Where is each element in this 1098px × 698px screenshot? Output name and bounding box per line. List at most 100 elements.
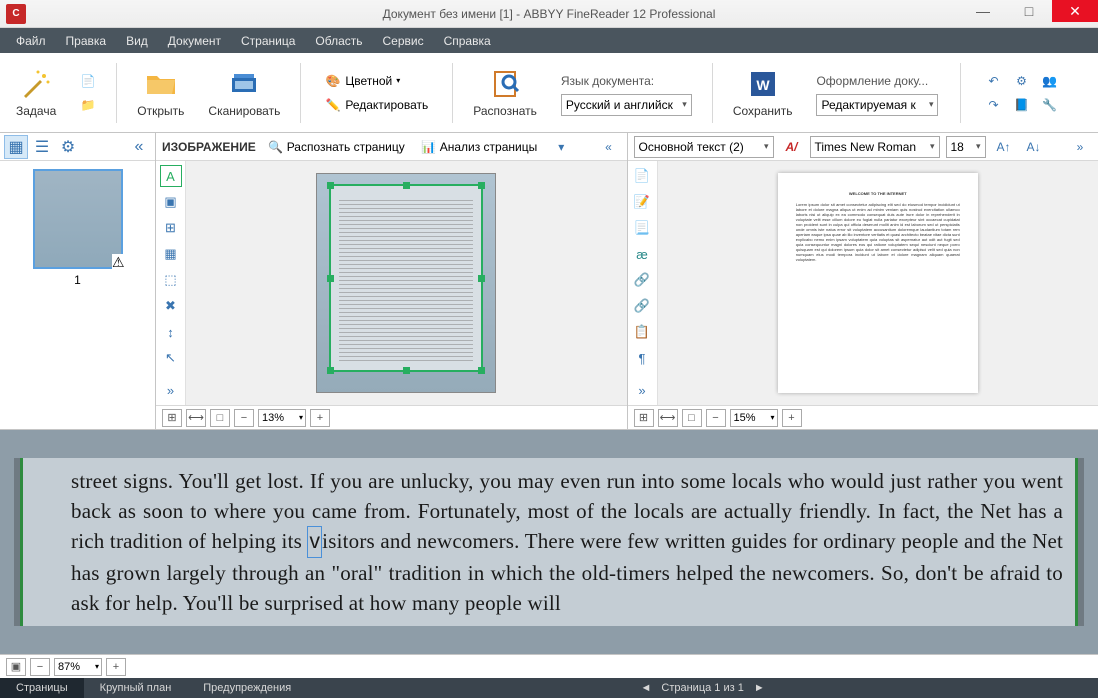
uncertain-char[interactable]: v — [307, 526, 322, 558]
fit-width-btn[interactable]: ⟷ — [186, 409, 206, 427]
txt-tool-3[interactable]: 📃 — [631, 217, 653, 239]
menu-document[interactable]: Документ — [158, 30, 231, 52]
palette-icon: 🎨 — [325, 73, 341, 89]
next-page[interactable]: ► — [754, 682, 765, 694]
menu-file[interactable]: Файл — [6, 30, 56, 52]
new-doc-icon[interactable]: 📄 — [80, 73, 96, 89]
shrink-font-button[interactable]: A↓ — [1022, 135, 1046, 159]
scan-button[interactable]: Сканировать — [200, 64, 288, 122]
recognize-button[interactable]: Распознать — [465, 64, 545, 122]
lang-label: Язык документа: — [561, 70, 654, 92]
zoom-img-select[interactable]: 13% — [258, 409, 306, 427]
edit-image-button[interactable]: ✏️Редактировать — [321, 94, 432, 116]
tools-button[interactable]: 🔧 — [1037, 93, 1061, 117]
menu-edit[interactable]: Правка — [56, 30, 117, 52]
closeup-view[interactable]: street signs. You'll get lost. If you ar… — [0, 430, 1098, 654]
maximize-button[interactable]: □ — [1006, 0, 1052, 22]
open-button[interactable]: Открыть — [129, 64, 192, 122]
menu-area[interactable]: Область — [305, 30, 372, 52]
zoom-out-close[interactable]: − — [30, 658, 50, 676]
menu-bar: Файл Правка Вид Документ Страница Област… — [0, 28, 1098, 53]
status-tab-pages[interactable]: Страницы — [0, 678, 84, 698]
thumb-settings[interactable]: ⚙ — [56, 135, 80, 159]
style-edit-button[interactable]: A/ — [780, 135, 804, 159]
table-area-tool[interactable]: ⊞ — [160, 217, 182, 239]
actual-size-btn[interactable]: □ — [210, 409, 230, 427]
language-dropdown[interactable]: Русский и английск — [561, 94, 692, 116]
select-tool[interactable]: ⬚ — [160, 269, 182, 291]
task-extras: 📄 📁 — [72, 66, 104, 120]
thumb-page-number: 1 — [33, 273, 123, 287]
zoom-in-close[interactable]: + — [106, 658, 126, 676]
image-side-toolbar: A ▣ ⊞ ▦ ⬚ ✖ ↕ ↖ » — [156, 161, 186, 405]
redo-button[interactable]: ↷ — [981, 93, 1005, 117]
recognize-page-button[interactable]: 🔍Распознать страницу — [264, 136, 409, 158]
txt-tool-special[interactable]: æ — [631, 243, 653, 265]
thumb-grid-view[interactable]: ▦ — [4, 135, 28, 159]
menu-view[interactable]: Вид — [116, 30, 158, 52]
word-icon: W — [747, 68, 779, 100]
color-mode-button[interactable]: 🎨Цветной ▾ — [321, 70, 404, 92]
task-button[interactable]: Задача — [8, 64, 64, 122]
font-dropdown[interactable]: Times New Roman — [810, 136, 940, 158]
status-tab-warnings[interactable]: Предупреждения — [187, 678, 307, 698]
layout-dropdown[interactable]: Редактируемая к — [816, 94, 938, 116]
fit-page-btn[interactable]: ⊞ — [162, 409, 182, 427]
txt-tool-6[interactable]: 📋 — [631, 321, 653, 343]
prev-page[interactable]: ◄ — [641, 682, 652, 694]
txt-actual[interactable]: □ — [682, 409, 702, 427]
text-area-tool[interactable]: A — [160, 165, 182, 187]
page-thumbnail[interactable]: 1 — [33, 169, 123, 287]
dict-button[interactable]: 📘 — [1009, 93, 1033, 117]
zoom-txt-select[interactable]: 15% — [730, 409, 778, 427]
txt-tool-2[interactable]: 📝 — [631, 191, 653, 213]
collapse-image[interactable]: « — [597, 135, 621, 159]
txt-pilcrow[interactable]: ¶ — [631, 347, 653, 369]
txt-tool-5[interactable]: 🔗 — [631, 295, 653, 317]
options-button[interactable]: ⚙ — [1009, 69, 1033, 93]
image-view[interactable] — [186, 161, 627, 405]
menu-page[interactable]: Страница — [231, 30, 305, 52]
text-view[interactable]: WELCOME TO THE INTERNET Lorem ipsum dolo… — [658, 161, 1098, 405]
closeup-mode[interactable]: ▣ — [6, 658, 26, 676]
picture-area-tool[interactable]: ▣ — [160, 191, 182, 213]
image-panel-title: ИЗОБРАЖЕНИЕ — [162, 140, 256, 154]
undo-button[interactable]: ↶ — [981, 69, 1005, 93]
text-more[interactable]: » — [1068, 135, 1092, 159]
zoom-close-select[interactable]: 87% — [54, 658, 102, 676]
analyze-page-button[interactable]: 📊Анализ страницы — [417, 136, 542, 158]
status-bar: Страницы Крупный план Предупреждения ◄ С… — [0, 678, 1098, 698]
zoom-in-img[interactable]: + — [310, 409, 330, 427]
txt-fit-width[interactable]: ⟷ — [658, 409, 678, 427]
find-button[interactable]: 👥 — [1037, 69, 1061, 93]
status-tab-closeup[interactable]: Крупный план — [84, 678, 188, 698]
img-more-button[interactable]: ▾ — [549, 135, 573, 159]
page-indicator: Страница 1 из 1 — [661, 682, 743, 694]
grow-font-button[interactable]: A↑ — [992, 135, 1016, 159]
delete-area-tool[interactable]: ✖ — [160, 295, 182, 317]
zoom-out-img[interactable]: − — [234, 409, 254, 427]
expand-tools[interactable]: » — [160, 379, 182, 401]
style-dropdown[interactable]: Основной текст (2) — [634, 136, 774, 158]
txt-tool-1[interactable]: 📄 — [631, 165, 653, 187]
save-button[interactable]: W Сохранить — [725, 64, 801, 122]
app-icon: C — [6, 4, 26, 24]
open-doc-icon[interactable]: 📁 — [80, 97, 96, 113]
thumb-list-view[interactable]: ☰ — [30, 135, 54, 159]
minimize-button[interactable]: — — [960, 0, 1006, 22]
txt-fit-page[interactable]: ⊞ — [634, 409, 654, 427]
close-button[interactable]: ✕ — [1052, 0, 1098, 22]
font-size-dropdown[interactable]: 18 — [946, 136, 986, 158]
collapse-thumbs[interactable]: « — [127, 135, 151, 159]
pointer-tool[interactable]: ↖ — [160, 347, 182, 369]
menu-tools[interactable]: Сервис — [373, 30, 434, 52]
zoom-out-txt[interactable]: − — [706, 409, 726, 427]
task-label: Задача — [16, 104, 56, 118]
txt-tool-4[interactable]: 🔗 — [631, 269, 653, 291]
folder-icon — [145, 68, 177, 100]
menu-help[interactable]: Справка — [434, 30, 501, 52]
barcode-area-tool[interactable]: ▦ — [160, 243, 182, 265]
order-tool[interactable]: ↕ — [160, 321, 182, 343]
expand-txt-tools[interactable]: » — [631, 379, 653, 401]
zoom-in-txt[interactable]: + — [782, 409, 802, 427]
